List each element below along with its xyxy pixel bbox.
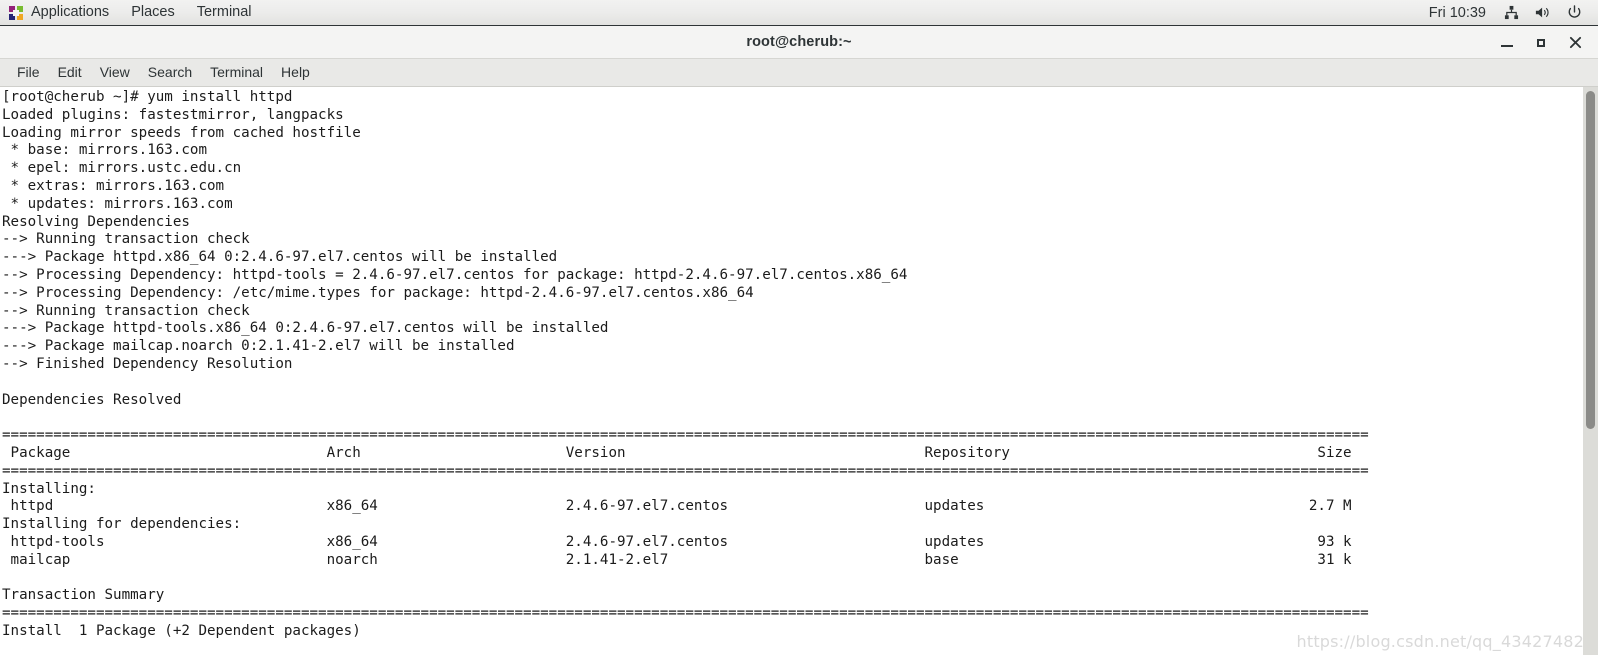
- window-controls: [1490, 26, 1592, 59]
- panel-menu-group: Applications Places Terminal: [0, 0, 263, 25]
- centos-logo-icon: [8, 5, 24, 21]
- scrollbar-thumb[interactable]: [1586, 91, 1595, 429]
- menu-item-terminal[interactable]: Terminal: [201, 59, 272, 86]
- volume-icon[interactable]: [1527, 0, 1559, 25]
- maximize-button[interactable]: [1524, 26, 1558, 59]
- power-icon[interactable]: [1559, 0, 1590, 25]
- menu-item-edit-label: Edit: [57, 64, 82, 80]
- panel-clock[interactable]: Fri 10:39: [1419, 5, 1496, 21]
- network-icon[interactable]: [1496, 0, 1527, 25]
- panel-item-terminal-label: Terminal: [196, 4, 252, 20]
- minimize-icon: [1501, 44, 1513, 47]
- panel-status-group: Fri 10:39: [1419, 0, 1598, 25]
- menu-item-view-label: View: [99, 64, 130, 80]
- terminal-output: [root@cherub ~]# yum install httpd Loade…: [2, 89, 1369, 639]
- menu-item-file-label: File: [17, 64, 40, 80]
- menu-item-edit[interactable]: Edit: [49, 59, 91, 86]
- window-title-bar[interactable]: root@cherub:~: [0, 26, 1598, 59]
- panel-item-places[interactable]: Places: [120, 0, 186, 25]
- close-button[interactable]: [1558, 26, 1592, 59]
- terminal-screen[interactable]: [root@cherub ~]# yum install httpd Loade…: [0, 87, 1555, 655]
- gnome-top-panel: Applications Places Terminal Fri 10:39: [0, 0, 1598, 26]
- panel-item-applications[interactable]: Applications: [0, 0, 120, 25]
- panel-item-applications-label: Applications: [31, 4, 110, 20]
- panel-item-places-label: Places: [131, 4, 175, 20]
- menu-item-view[interactable]: View: [91, 59, 139, 86]
- terminal-window: root@cherub:~ File Edit View Search Term…: [0, 26, 1598, 656]
- menu-item-search[interactable]: Search: [139, 59, 201, 86]
- menu-item-file[interactable]: File: [8, 59, 49, 86]
- menu-item-help-label: Help: [281, 64, 310, 80]
- menu-item-terminal-label: Terminal: [210, 64, 264, 80]
- menu-item-help[interactable]: Help: [272, 59, 319, 86]
- close-icon: [1569, 36, 1581, 49]
- minimize-button[interactable]: [1490, 26, 1524, 59]
- menu-bar: File Edit View Search Terminal Help: [0, 59, 1598, 87]
- window-title: root@cherub:~: [746, 34, 852, 50]
- terminal-body: [root@cherub ~]# yum install httpd Loade…: [0, 87, 1598, 655]
- menu-item-search-label: Search: [147, 64, 193, 80]
- panel-item-terminal[interactable]: Terminal: [186, 0, 263, 25]
- maximize-icon: [1537, 38, 1545, 47]
- terminal-scrollbar[interactable]: [1583, 87, 1598, 655]
